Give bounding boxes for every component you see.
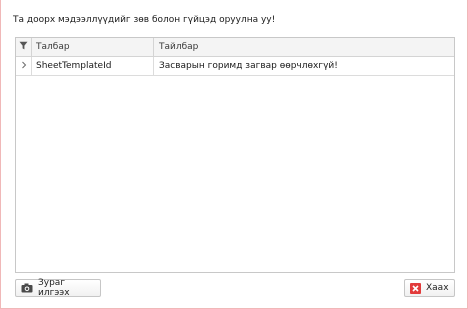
close-button[interactable]: Хаах xyxy=(404,279,455,297)
send-screenshot-button[interactable]: Зураг илгээх xyxy=(15,278,101,298)
filter-button[interactable] xyxy=(16,38,32,56)
column-header-description[interactable]: Тайлбар xyxy=(155,38,454,56)
row-expander[interactable] xyxy=(16,57,32,75)
grid-header: Талбар Тайлбар xyxy=(16,38,454,57)
send-screenshot-label: Зураг илгээх xyxy=(38,278,70,298)
validation-grid: Талбар Тайлбар SheetTemplateId Засварын … xyxy=(15,37,455,273)
table-row[interactable]: SheetTemplateId Засварын горимд загвар ө… xyxy=(16,57,454,76)
chevron-right-icon xyxy=(21,61,27,72)
column-header-field[interactable]: Талбар xyxy=(32,38,154,56)
cell-description: Засварын горимд загвар өөрчлөхгүй! xyxy=(159,61,338,71)
close-label: Хаах xyxy=(426,283,449,293)
dialog-window: Та доорх мэдээллүүдийг зөв болон гүйцэд … xyxy=(0,0,468,309)
cell-field: SheetTemplateId xyxy=(32,57,154,75)
validation-message: Та доорх мэдээллүүдийг зөв болон гүйцэд … xyxy=(13,15,276,25)
filter-icon xyxy=(19,41,28,53)
close-icon xyxy=(410,282,421,294)
camera-icon xyxy=(21,283,33,293)
